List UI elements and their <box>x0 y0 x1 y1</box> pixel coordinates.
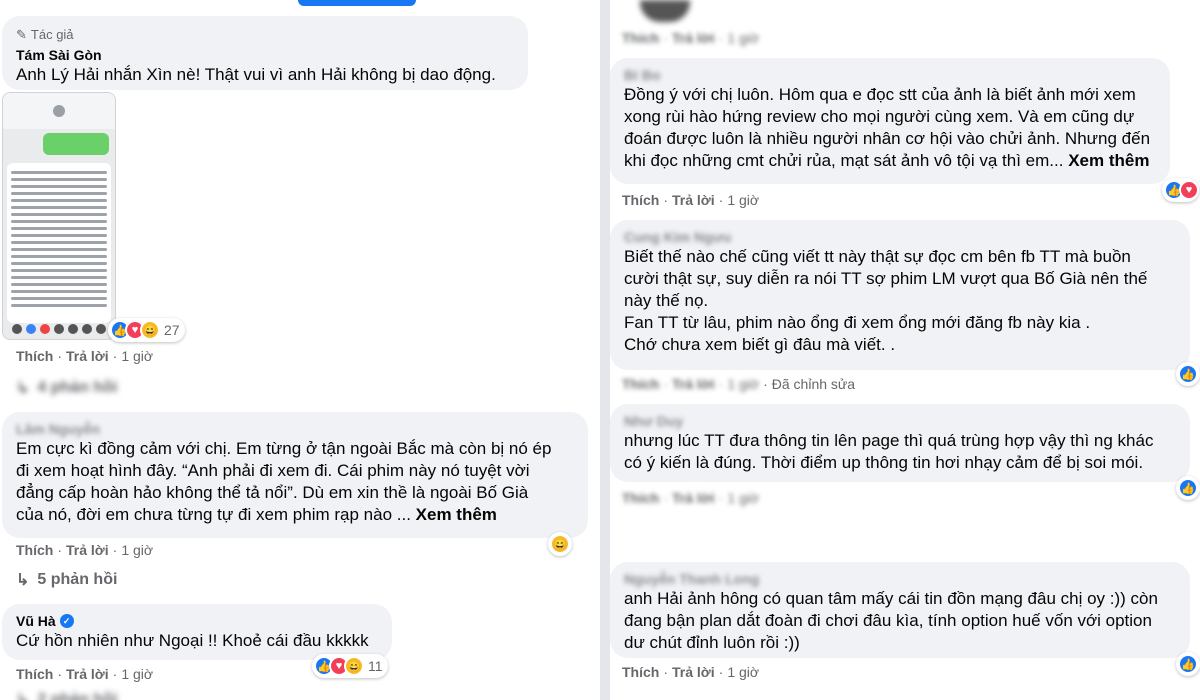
reply-button[interactable]: Trả lời <box>672 664 715 680</box>
comment-actions: Thích · Trả lời · 1 giờ <box>622 30 760 46</box>
like-button[interactable]: Thích <box>16 666 53 682</box>
reply-button[interactable]: Trả lời <box>66 542 109 558</box>
comment-author[interactable]: Lâm Nguyễn <box>16 420 574 438</box>
comment-bubble: ✎ Tác giả Tám Sài Gòn Anh Lý Hải nhắn Xì… <box>2 16 528 90</box>
comment-bubble: Như Duy nhưng lúc TT đưa thông tin lên p… <box>610 404 1190 482</box>
panel-divider <box>600 0 610 700</box>
view-replies-link[interactable]: ↳ 4 phản hồi <box>16 378 117 398</box>
haha-reaction-icon: 😄 <box>344 656 364 676</box>
haha-reaction-icon: 😄 <box>140 320 160 340</box>
reaction-summary[interactable]: 👍 <box>1176 362 1200 386</box>
top-button-fragment[interactable] <box>298 0 416 6</box>
left-comment-panel: ✎ Tác giả Tám Sài Gòn Anh Lý Hải nhắn Xì… <box>0 0 600 700</box>
message-text-graphic <box>7 163 111 323</box>
comment-author[interactable]: Cung Kim Ngưu <box>624 228 1176 246</box>
view-replies-link[interactable]: ↳ 5 phản hồi <box>16 570 117 590</box>
comment-bubble: Nguyễn Thanh Long anh Hải ảnh hông có qu… <box>610 562 1190 658</box>
comment-actions: Thích · Trả lời · 1 giờ <box>622 490 760 506</box>
comment-bubble: Cung Kim Ngưu Biết thế nào chế cũng viết… <box>610 220 1190 370</box>
message-bubble-graphic <box>43 133 109 155</box>
reaction-summary[interactable]: 👍 ♥ 😄 27 <box>108 318 185 342</box>
love-reaction-icon: ♥ <box>1179 180 1199 200</box>
comment-actions: Thích · Trả lời · 1 giờ <box>16 542 154 558</box>
comment-text: Biết thế nào chế cũng viết tt này thật s… <box>624 247 1148 354</box>
comment-timestamp[interactable]: 1 giờ <box>727 192 759 208</box>
reply-button[interactable]: Trả lời <box>66 348 109 364</box>
comment-actions: Thích · Trả lời · 1 giờ · Đã chỉnh sửa <box>622 376 856 392</box>
edited-label: Đã chỉnh sửa <box>771 376 856 392</box>
view-replies-link[interactable]: ↳ 2 phản hồi <box>16 690 117 700</box>
reaction-count: 11 <box>368 658 383 674</box>
comment-author[interactable]: Như Duy <box>624 412 1176 430</box>
comment-timestamp[interactable]: 1 giờ <box>727 30 759 46</box>
comment-bubble: Vũ Hà ✓ Cứ hồn nhiên như Ngoại !! Khoẻ c… <box>2 604 392 660</box>
reply-arrow-icon: ↳ <box>16 380 30 397</box>
see-more-link[interactable]: Xem thêm <box>416 505 497 524</box>
comment-actions: Thích · Trả lời · 1 giờ <box>622 192 760 208</box>
reply-arrow-icon: ↳ <box>16 572 30 589</box>
comment-author[interactable]: Vũ Hà ✓ <box>16 612 378 630</box>
reaction-summary[interactable]: 😄 <box>548 532 572 556</box>
comment-author[interactable]: Tám Sài Gòn <box>16 46 514 64</box>
see-more-link[interactable]: Xem thêm <box>1068 151 1149 170</box>
verified-badge-icon: ✓ <box>59 614 74 628</box>
pencil-icon: ✎ <box>16 27 27 42</box>
comment-text: Đồng ý với chị luôn. Hôm qua e đọc stt c… <box>624 85 1151 170</box>
comment-text: anh Hải ảnh hông có quan tâm mấy cái tin… <box>624 589 1158 652</box>
like-reaction-icon: 👍 <box>1178 654 1198 674</box>
comment-text: Cứ hồn nhiên như Ngoại !! Khoẻ cái đầu k… <box>16 631 369 650</box>
blurred-avatar <box>640 0 690 22</box>
comment-author[interactable]: Bí Bo <box>624 66 1156 84</box>
like-button[interactable]: Thích <box>16 348 53 364</box>
comment-actions: Thích · Trả lời · 1 giờ <box>16 348 154 364</box>
comment-timestamp[interactable]: 1 giờ <box>727 376 759 392</box>
reply-button[interactable]: Trả lời <box>672 30 715 46</box>
comment-bubble: Bí Bo Đồng ý với chị luôn. Hôm qua e đọc… <box>610 58 1170 184</box>
comment-text: Anh Lý Hải nhắn Xìn nè! Thật vui vì anh … <box>16 65 496 84</box>
reply-button[interactable]: Trả lời <box>672 376 715 392</box>
comment-actions: Thích · Trả lời · 1 giờ <box>622 664 760 680</box>
haha-reaction-icon: 😄 <box>550 534 570 554</box>
reaction-summary[interactable]: 👍 ♥ <box>1162 178 1199 202</box>
reply-button[interactable]: Trả lời <box>66 666 109 682</box>
like-button[interactable]: Thích <box>622 376 659 392</box>
comment-timestamp[interactable]: 1 giờ <box>121 348 153 364</box>
like-button[interactable]: Thích <box>622 192 659 208</box>
reply-button[interactable]: Trả lời <box>672 490 715 506</box>
comment-bubble: Lâm Nguyễn Em cực kì đồng cảm với chị. E… <box>2 412 588 538</box>
app-dock-icons <box>5 321 113 337</box>
comment-author[interactable]: Nguyễn Thanh Long <box>624 570 1176 588</box>
reply-button[interactable]: Trả lời <box>672 192 715 208</box>
author-badge: ✎ Tác giả <box>16 24 514 46</box>
like-button[interactable]: Thích <box>622 30 659 46</box>
phone-header <box>3 93 115 129</box>
comment-timestamp[interactable]: 1 giờ <box>727 664 759 680</box>
comment-timestamp[interactable]: 1 giờ <box>727 490 759 506</box>
like-reaction-icon: 👍 <box>1178 364 1198 384</box>
comment-text: Em cực kì đồng cảm với chị. Em từng ở tậ… <box>16 439 552 524</box>
reaction-summary[interactable]: 👍 ♥ 😄 11 <box>312 654 388 678</box>
right-comment-panel: Thích · Trả lời · 1 giờ Bí Bo Đồng ý với c… <box>610 0 1200 700</box>
comment-text: nhưng lúc TT đưa thông tin lên page thì … <box>624 431 1154 472</box>
contact-avatar-icon <box>53 105 65 117</box>
reaction-count: 27 <box>164 322 180 338</box>
comment-timestamp[interactable]: 1 giờ <box>121 666 153 682</box>
comment-actions: Thích · Trả lời · 1 giờ <box>16 666 154 682</box>
reply-arrow-icon: ↳ <box>16 690 29 700</box>
comment-timestamp[interactable]: 1 giờ <box>121 542 153 558</box>
attached-screenshot-image[interactable] <box>2 92 116 340</box>
like-reaction-icon: 👍 <box>1178 478 1198 498</box>
like-button[interactable]: Thích <box>16 542 53 558</box>
like-button[interactable]: Thích <box>622 490 659 506</box>
like-button[interactable]: Thích <box>622 664 659 680</box>
reaction-summary[interactable]: 👍 <box>1176 652 1200 676</box>
reaction-summary[interactable]: 👍 <box>1176 476 1200 500</box>
